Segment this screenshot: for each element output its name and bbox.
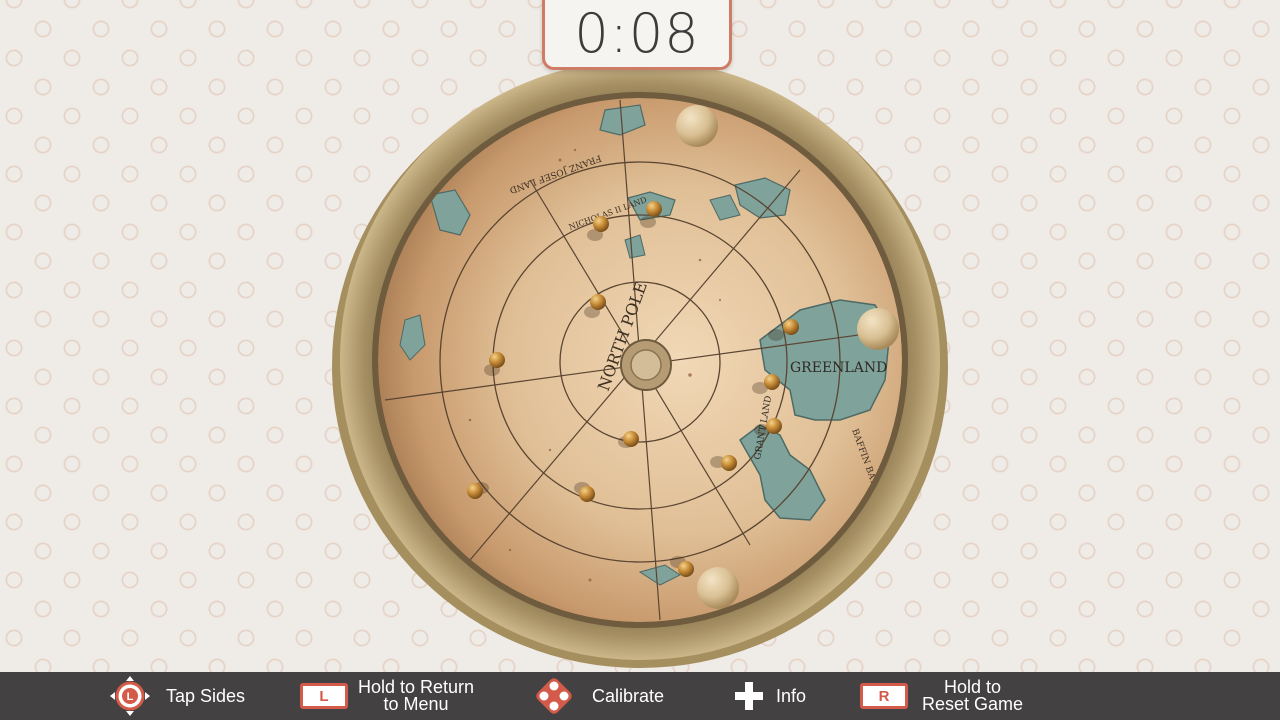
timer-value: 0:08 [574,2,700,65]
reset-label: Hold to Reset Game [922,678,1024,714]
l-button-icon: L [300,683,348,709]
control-tap-sides[interactable]: L Tap Sides [108,672,245,720]
tap-sides-label: Tap Sides [166,685,246,706]
greenland-label: GREENLAND [790,360,887,376]
large-ball-right [857,308,899,350]
control-info[interactable]: Info [732,672,806,720]
return-label: Hold to Return to Menu [358,678,474,714]
controls-bar: L Tap Sides L Hold to Return to Menu Cal… [0,672,1280,720]
timer-panel: 0:08 [542,0,732,70]
l-button-key: L [319,687,329,705]
return-label-line2: to Menu [383,694,449,714]
center-hole-inner [630,349,662,381]
info-label: Info [776,685,807,706]
calibrate-label: Calibrate [592,685,665,706]
control-reset-game[interactable]: R Hold to Reset Game [860,672,1023,720]
game-board[interactable]: NORTH POLE GREENLAND FRANZ JOSEF LAND NI… [0,0,1280,672]
r-button-icon: R [860,683,908,709]
dpad-icon [536,678,572,714]
reset-label-line2: Reset Game [922,694,1024,714]
large-ball-bottom [697,567,739,609]
control-calibrate[interactable]: Calibrate [532,672,664,720]
plus-icon [735,682,763,710]
r-button-key: R [878,687,890,705]
svg-text:L: L [127,691,134,703]
l-stick-icon: L [110,676,150,716]
control-return-menu[interactable]: L Hold to Return to Menu [300,672,474,720]
large-ball-top [676,105,718,147]
